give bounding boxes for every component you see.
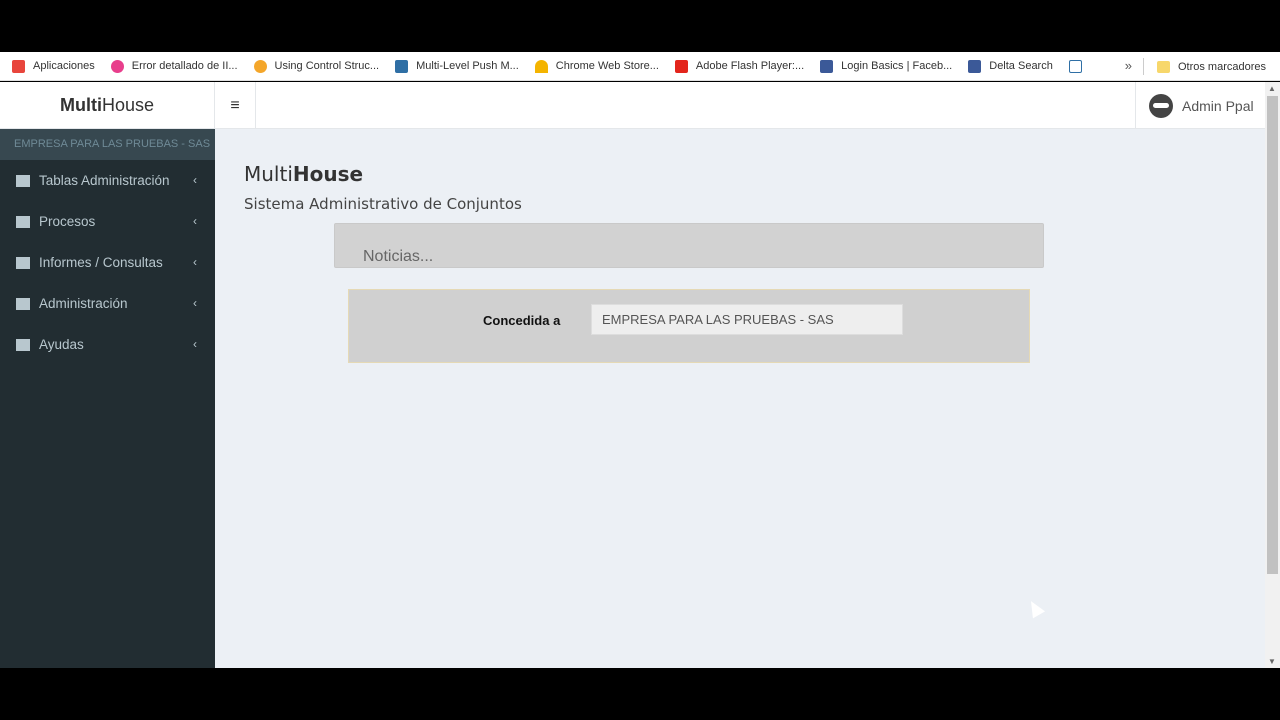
- bookmark-error-detallado[interactable]: Error detallado de II...: [110, 59, 238, 73]
- main-content: MultiHouse Sistema Administrativo de Con…: [216, 129, 1265, 668]
- hamburger-icon: ≡: [230, 96, 240, 114]
- scroll-up-icon[interactable]: ▲: [1268, 84, 1276, 93]
- sidebar-toggle-button[interactable]: ≡: [215, 82, 256, 129]
- bookmark-multi-level[interactable]: Multi-Level Push M...: [395, 59, 519, 73]
- rainbow-icon: [534, 59, 548, 73]
- sidebar: EMPRESA PARA LAS PRUEBAS - SAS Tablas Ad…: [0, 129, 215, 668]
- top-navbar: Multi House ≡ Admin Ppal: [0, 82, 1265, 129]
- copy-icon: [16, 215, 30, 228]
- page-subtitle: Sistema Administrativo de Conjuntos: [244, 195, 522, 213]
- file-icon: [16, 256, 30, 269]
- page-title: MultiHouse: [244, 162, 364, 186]
- bookmark-aplicaciones[interactable]: Aplicaciones: [12, 59, 95, 73]
- app-window: Multi House ≡ Admin Ppal EMPRESA PARA LAS…: [0, 82, 1280, 668]
- grant-label: Concedida a: [483, 313, 561, 328]
- vertical-scrollbar[interactable]: ▲ ▼: [1265, 82, 1280, 668]
- bookmark-delta-search[interactable]: Delta Search: [968, 59, 1053, 73]
- user-name: Admin Ppal: [1182, 97, 1254, 114]
- adobe-icon: [674, 59, 688, 73]
- coffee-icon: [16, 338, 30, 351]
- sidebar-item-administracion[interactable]: Administración ‹: [0, 283, 215, 324]
- drop-icon: [395, 59, 409, 73]
- chevron-left-icon: ‹: [193, 214, 197, 228]
- dots-icon: [253, 59, 267, 73]
- sidebar-item-tablas-administracion[interactable]: Tablas Administración ‹: [0, 160, 215, 201]
- license-panel: Concedida a EMPRESA PARA LAS PRUEBAS - S…: [348, 289, 1030, 363]
- bookmark-chrome-store[interactable]: Chrome Web Store...: [534, 59, 659, 73]
- chevron-left-icon: ‹: [193, 173, 197, 187]
- screen: Aplicaciones Error detallado de II... Us…: [0, 0, 1280, 720]
- more-bookmarks-button[interactable]: »: [1125, 58, 1132, 73]
- news-panel: Noticias...: [334, 223, 1044, 268]
- bookmarks-bar: Aplicaciones Error detallado de II... Us…: [0, 52, 1280, 81]
- sidebar-item-informes-consultas[interactable]: Informes / Consultas ‹: [0, 242, 215, 283]
- bookmarks-divider: [1143, 58, 1144, 75]
- bookmark-login-basics[interactable]: Login Basics | Faceb...: [820, 59, 952, 73]
- other-bookmarks[interactable]: Otros marcadores: [1156, 52, 1266, 80]
- chevron-left-icon: ‹: [193, 255, 197, 269]
- apps-grid-icon: [12, 59, 25, 73]
- chevron-left-icon: ‹: [193, 296, 197, 310]
- facebook-icon: [968, 59, 982, 73]
- folder-icon: [1156, 60, 1170, 73]
- bookmark-adobe-flash[interactable]: Adobe Flash Player:...: [674, 59, 804, 73]
- avatar: [1149, 93, 1173, 118]
- scroll-down-icon[interactable]: ▼: [1268, 657, 1276, 666]
- scroll-thumb[interactable]: [1267, 96, 1278, 574]
- news-label: Noticias...: [363, 248, 434, 265]
- bookmark-using-control[interactable]: Using Control Struc...: [253, 59, 379, 73]
- facebook-icon: [820, 59, 834, 73]
- bookmark-mail[interactable]: [1068, 59, 1090, 73]
- archive-icon: [16, 174, 30, 187]
- chevron-left-icon: ‹: [193, 337, 197, 351]
- company-name: EMPRESA PARA LAS PRUEBAS - SAS: [0, 129, 215, 160]
- bank-icon: [16, 297, 30, 310]
- grant-field[interactable]: EMPRESA PARA LAS PRUEBAS - SAS: [591, 304, 903, 335]
- error-page-icon: [110, 59, 124, 73]
- mail-icon: [1068, 59, 1082, 73]
- logo[interactable]: Multi House: [0, 82, 215, 129]
- sidebar-item-ayudas[interactable]: Ayudas ‹: [0, 324, 215, 365]
- sidebar-item-procesos[interactable]: Procesos ‹: [0, 201, 215, 242]
- user-menu[interactable]: Admin Ppal: [1135, 82, 1265, 129]
